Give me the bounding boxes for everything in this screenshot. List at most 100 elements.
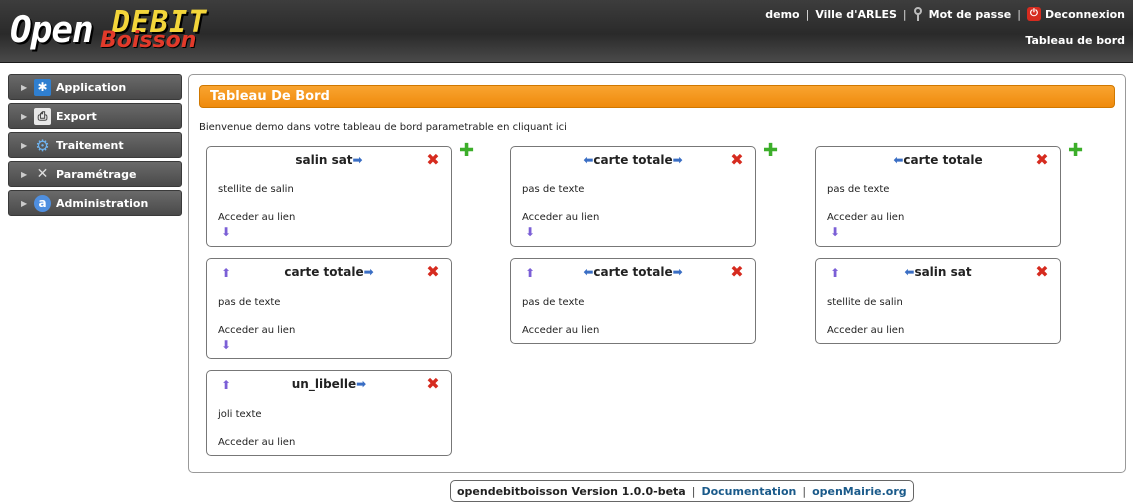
widget-title: ⬅carte totale➡ [511,265,755,279]
widget-title: ⬅carte totale➡ [511,153,755,167]
printer-icon: ⎙ [34,107,51,125]
logo-open: Open [10,10,94,51]
move-left-icon[interactable]: ⬅ [583,265,593,279]
logout-label: Deconnexion [1044,7,1125,21]
widget-text: pas de texte [218,297,281,308]
sidebar-item-traitement[interactable]: ▶ ⚙ Traitement [8,132,182,158]
widget-link[interactable]: Acceder au lien [522,212,599,223]
widget-text: joli texte [218,409,262,420]
widget-text: stellite de salin [218,184,294,195]
move-left-icon[interactable]: ⬅ [893,153,903,167]
widget-title-label: salin sat [914,265,972,279]
power-icon: ⏻ [1026,7,1041,21]
close-icon[interactable]: ✖ [729,152,745,168]
header-bar: Open DEBIT Boisson demo | Ville d'ARLES … [0,0,1133,63]
sidebar-item-label: Export [56,109,97,123]
widget: ⬆ un_libelle➡ ✖ joli texte Acceder au li… [206,370,452,456]
widget-title-label: carte totale [903,153,983,167]
chevron-right-icon: ▶ [21,140,28,150]
password-link[interactable]: Mot de passe [913,7,1012,21]
top-navigation: demo | Ville d'ARLES | Mot de passe | ⏻ … [765,7,1125,21]
move-right-icon[interactable]: ➡ [353,153,363,167]
app-logo[interactable]: Open DEBIT Boisson [10,4,250,60]
move-right-icon[interactable]: ➡ [356,377,366,391]
admin-icon: a [34,194,51,212]
widget-text: pas de texte [827,184,890,195]
welcome-link[interactable]: Bienvenue demo dans votre tableau de bor… [199,122,567,133]
collectivite-name: Ville d'ARLES [815,7,897,21]
add-widget-icon[interactable]: ✚ [1068,142,1083,160]
widget: ⬅carte totale ✖ pas de texte Acceder au … [815,146,1061,247]
widget-title: ⬅salin sat [816,265,1060,279]
documentation-link[interactable]: Documentation [701,485,796,498]
widget-link[interactable]: Acceder au lien [218,325,295,336]
widget-link[interactable]: Acceder au lien [522,325,599,336]
sidebar-menu: ▶ ✱ Application ▶ ⎙ Export ▶ ⚙ Traitemen… [8,74,182,219]
dashboard-panel: Tableau De Bord Bienvenue demo dans votr… [188,74,1126,473]
logo-boisson: Boisson [100,28,197,53]
widget-title-label: salin sat [295,153,353,167]
widget-link[interactable]: Acceder au lien [827,325,904,336]
logout-link[interactable]: ⏻ Deconnexion [1026,7,1125,21]
move-down-icon[interactable]: ⬇ [221,225,231,239]
move-right-icon[interactable]: ➡ [364,265,374,279]
widget-link[interactable]: Acceder au lien [218,437,295,448]
move-down-icon[interactable]: ⬇ [830,225,840,239]
widget-link[interactable]: Acceder au lien [827,212,904,223]
sidebar-item-label: Paramétrage [56,167,137,181]
chevron-right-icon: ▶ [21,111,28,121]
close-icon[interactable]: ✖ [425,376,441,392]
chevron-right-icon: ▶ [21,82,28,92]
separator: | [902,7,907,21]
close-icon[interactable]: ✖ [1034,264,1050,280]
move-down-icon[interactable]: ⬇ [221,338,231,352]
widget-title-label: carte totale [593,265,673,279]
widget-title-label: carte totale [593,153,673,167]
tools-icon: ✕ [36,166,49,182]
separator: | [691,484,696,498]
add-widget-icon[interactable]: ✚ [459,142,474,160]
move-left-icon[interactable]: ⬅ [583,153,593,167]
widget-link[interactable]: Acceder au lien [218,212,295,223]
separator: | [805,7,810,21]
sidebar-item-export[interactable]: ▶ ⎙ Export [8,103,182,129]
widget: ⬆ carte totale➡ ✖ pas de texte Acceder a… [206,258,452,359]
sidebar-item-application[interactable]: ▶ ✱ Application [8,74,182,100]
sidebar-item-administration[interactable]: ▶ a Administration [8,190,182,216]
widget-text: stellite de salin [827,297,903,308]
openmairie-link[interactable]: openMairie.org [812,485,907,498]
widget-text: pas de texte [522,184,585,195]
widget: ⬆ ⬅carte totale➡ ✖ pas de texte Acceder … [510,258,756,344]
widget-title: un_libelle➡ [207,377,451,391]
chevron-right-icon: ▶ [21,169,28,179]
password-label: Mot de passe [928,7,1012,21]
widget-title: carte totale➡ [207,265,451,279]
close-icon[interactable]: ✖ [425,264,441,280]
widget-title-label: un_libelle [291,377,357,391]
widget-text: pas de texte [522,297,585,308]
separator: | [802,484,807,498]
close-icon[interactable]: ✖ [425,152,441,168]
move-left-icon[interactable]: ⬅ [904,265,914,279]
close-icon[interactable]: ✖ [729,264,745,280]
sidebar-item-label: Administration [56,196,149,210]
widget: salin sat➡ ✖ stellite de salin Acceder a… [206,146,452,247]
sidebar-item-label: Traitement [56,138,124,152]
dashboard-link[interactable]: Tableau de bord [1025,34,1125,47]
move-right-icon[interactable]: ➡ [673,153,683,167]
move-down-icon[interactable]: ⬇ [525,225,535,239]
key-icon [913,7,925,21]
move-right-icon[interactable]: ➡ [673,265,683,279]
footer-bar: opendebitboisson Version 1.0.0-beta | Do… [450,480,914,502]
user-name: demo [765,7,800,21]
close-icon[interactable]: ✖ [1034,152,1050,168]
add-widget-icon[interactable]: ✚ [763,142,778,160]
asterisk-icon: ✱ [34,78,51,96]
separator: | [1017,7,1021,21]
widget-title-label: carte totale [284,265,364,279]
sidebar-item-parametrage[interactable]: ▶ ✕ Paramétrage [8,161,182,187]
gear-icon: ⚙ [35,135,50,155]
sidebar-item-label: Application [56,80,127,94]
chevron-right-icon: ▶ [21,198,28,208]
widget: ⬆ ⬅salin sat ✖ stellite de salin Acceder… [815,258,1061,344]
